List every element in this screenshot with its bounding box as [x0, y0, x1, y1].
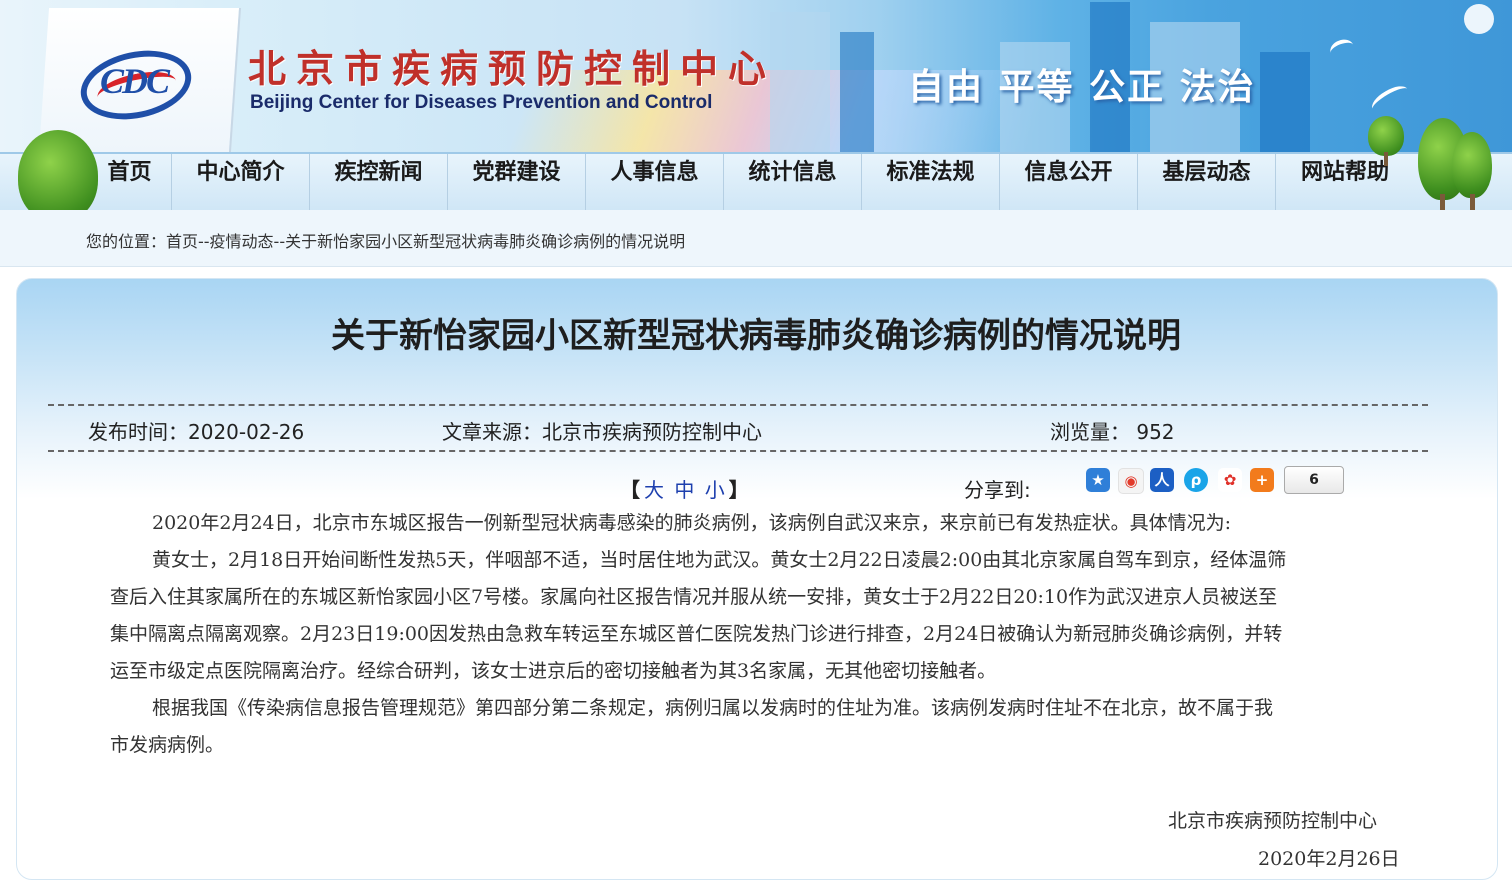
article-source: 文章来源：北京市疾病预防控制中心: [442, 420, 762, 444]
nav-item-hr[interactable]: 人事信息: [586, 154, 724, 212]
nav-item-party[interactable]: 党群建设: [448, 154, 586, 212]
breadcrumb: 您的位置：首页--疫情动态--关于新怡家园小区新型冠状病毒肺炎确诊病例的情况说明: [0, 210, 1512, 267]
divider: [48, 450, 1428, 452]
paragraph: 市发病病例。: [110, 734, 225, 756]
logo-text: CDC: [100, 61, 170, 101]
nav-list: 首页 中心简介 疾控新闻 党群建设 人事信息 统计信息 标准法规 信息公开 基层…: [88, 154, 1414, 212]
header-banner: CDC 北京市疾病预防控制中心 Beijing Center for Disea…: [0, 0, 1512, 152]
publish-time: 发布时间：2020-02-26: [88, 420, 305, 444]
paragraph: 黄女士，2月18日开始间断性发热5天，伴咽部不适，当时居住地为武汉。黄女士2月2…: [152, 549, 1287, 571]
font-size-switcher: 【大 中 小】: [618, 474, 751, 503]
breadcrumb-text[interactable]: 您的位置：首页--疫情动态--关于新怡家园小区新型冠状病毒肺炎确诊病例的情况说明: [86, 228, 685, 252]
site-title-cn: 北京市疾病预防控制中心: [248, 46, 777, 91]
banner-decoration: [840, 32, 874, 152]
banner-decoration: [770, 12, 830, 152]
nav-item-home[interactable]: 首页: [88, 154, 172, 212]
paragraph: 根据我国《传染病信息报告管理规范》第四部分第二条规定，病例归属以发病时的住址为准…: [152, 697, 1274, 719]
site-title-en: Beijing Center for Diseases Prevention a…: [250, 92, 713, 113]
bird-icon: [1327, 36, 1357, 62]
share-count: 6: [1284, 466, 1344, 494]
nav-item-standards[interactable]: 标准法规: [862, 154, 1000, 212]
paragraph: 2020年2月24日，北京市东城区报告一例新型冠状病毒感染的肺炎病例，该病例自武…: [152, 512, 1232, 534]
bracket-open: 【: [620, 478, 640, 502]
slogan: 自由 平等 公正 法治: [908, 67, 1256, 108]
paragraph: 运至市级定点医院隔离治疗。经综合研判，该女士进京后的密切接触者为其3名家属，无其…: [110, 660, 997, 682]
tree-icon: [1418, 118, 1498, 214]
nav-item-statistics[interactable]: 统计信息: [724, 154, 862, 212]
weibo-share-icon[interactable]: ◉: [1118, 468, 1144, 494]
share-label: 分享到:: [964, 478, 1031, 502]
signature: 北京市疾病预防控制中心: [1168, 810, 1378, 832]
font-size-small-link[interactable]: 小: [705, 478, 725, 502]
renren-share-icon[interactable]: 人: [1150, 468, 1174, 492]
nav-item-about[interactable]: 中心简介: [172, 154, 310, 212]
close-icon[interactable]: [1464, 4, 1494, 34]
font-size-medium-link[interactable]: 中: [674, 478, 694, 502]
bird-icon: [1368, 81, 1412, 117]
tree-icon: [1368, 116, 1404, 166]
article-title: 关于新怡家园小区新型冠状病毒肺炎确诊病例的情况说明: [331, 316, 1181, 356]
tencent-share-icon[interactable]: ρ: [1184, 468, 1208, 492]
bracket-close: 】: [728, 478, 749, 502]
banner-decoration: [1260, 52, 1310, 152]
view-count: 浏览量： 952: [1050, 420, 1175, 444]
sign-date: 2020年2月26日: [1258, 848, 1400, 870]
nav-item-grassroots[interactable]: 基层动态: [1138, 154, 1276, 212]
wechat-share-icon[interactable]: ✿: [1218, 468, 1242, 492]
qzone-share-icon[interactable]: ★: [1086, 468, 1110, 492]
paragraph: 集中隔离点隔离观察。2月23日19:00因发热由急救车转运至东城区普仁医院发热门…: [110, 623, 1283, 645]
font-size-large-link[interactable]: 大: [644, 478, 664, 502]
paragraph: 查后入住其家属所在的东城区新怡家园小区7号楼。家属向社区报告情况并服从统一安排，…: [110, 586, 1278, 608]
nav-item-news[interactable]: 疾控新闻: [310, 154, 448, 212]
more-share-icon[interactable]: +: [1250, 468, 1274, 492]
main-nav: 首页 中心简介 疾控新闻 党群建设 人事信息 统计信息 标准法规 信息公开 基层…: [0, 152, 1512, 212]
nav-item-disclosure[interactable]: 信息公开: [1000, 154, 1138, 212]
divider: [48, 404, 1428, 406]
